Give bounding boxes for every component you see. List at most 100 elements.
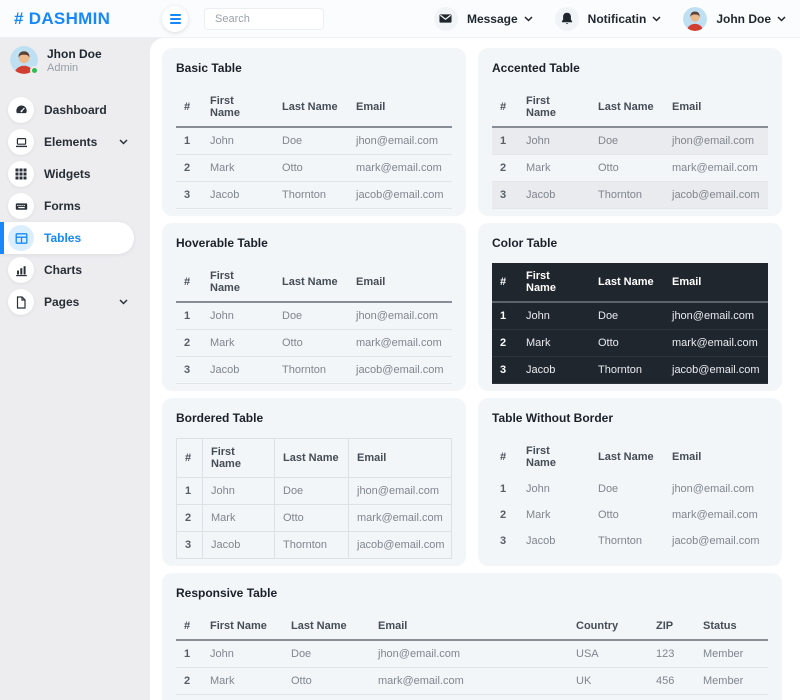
- card-title: Color Table: [492, 236, 768, 250]
- table-row: 1JohnDoejhon@email.com: [177, 478, 452, 505]
- table-cell: jacob@email.com: [348, 182, 452, 209]
- table-cell: jacob@email.com: [664, 528, 768, 554]
- sidebar-item-forms[interactable]: Forms: [0, 190, 150, 222]
- row-number: 3: [176, 695, 202, 700]
- table-row[interactable]: 3JacobThorntonjacob@email.com: [176, 357, 452, 384]
- app-window: # DASHMIN Message Notificatin: [0, 0, 800, 700]
- bordered-table-card: Bordered Table #First NameLast NameEmail…: [162, 398, 466, 566]
- sidebar-profile[interactable]: Jhon Doe Admin: [0, 38, 150, 86]
- row-number: 3: [492, 182, 518, 209]
- table-cell: Member: [695, 640, 768, 668]
- row-number: 2: [492, 502, 518, 528]
- user-dropdown[interactable]: John Doe: [683, 7, 786, 31]
- table-row: 3JacobThorntonjacob@email.com: [492, 182, 768, 209]
- table-cell: Jacob: [202, 357, 274, 384]
- chevron-down-icon: [119, 299, 128, 305]
- table-cell: Member: [695, 668, 768, 695]
- table-row: 2MarkOttomark@email.com: [177, 505, 452, 532]
- card-title: Responsive Table: [176, 586, 768, 600]
- table-cell: Doe: [283, 640, 370, 668]
- row-number: 1: [177, 478, 203, 505]
- table-cell: jacob@email.com: [664, 357, 768, 384]
- table-row: 2MarkOttomark@email.com: [492, 502, 768, 528]
- table-cell: Otto: [283, 668, 370, 695]
- table-cell: jhon@email.com: [664, 302, 768, 330]
- envelope-icon: [434, 7, 458, 31]
- sidebar-item-tables[interactable]: Tables: [0, 222, 134, 254]
- grid-icon: [8, 161, 34, 187]
- sidebar-item-pages[interactable]: Pages: [0, 286, 150, 318]
- top-header: # DASHMIN Message Notificatin: [0, 0, 800, 38]
- card-title: Hoverable Table: [176, 236, 452, 250]
- table-cell: John: [518, 302, 590, 330]
- column-header: Email: [664, 438, 768, 476]
- row-number: 2: [492, 330, 518, 357]
- table-cell: Otto: [590, 330, 664, 357]
- sidebar-toggle-button[interactable]: [162, 6, 188, 32]
- column-header: First Name: [518, 88, 590, 127]
- column-header: Email: [349, 439, 452, 478]
- table-cell: jhon@email.com: [664, 476, 768, 502]
- header-row: #First NameLast NameEmail: [176, 263, 452, 302]
- table-row[interactable]: 2MarkOttomark@email.com: [176, 330, 452, 357]
- column-header: #: [176, 88, 202, 127]
- notification-dropdown[interactable]: Notificatin: [555, 7, 662, 31]
- message-dropdown[interactable]: Message: [434, 7, 533, 31]
- brand-logo[interactable]: # DASHMIN: [14, 9, 110, 28]
- card-title: Accented Table: [492, 61, 768, 75]
- profile-role: Admin: [47, 62, 102, 74]
- table-cell: jacob@email.com: [370, 695, 568, 700]
- table-cell: Thornton: [590, 357, 664, 384]
- notification-label: Notificatin: [588, 12, 647, 26]
- table-cell: Otto: [274, 155, 348, 182]
- laptop-icon: [8, 129, 34, 155]
- table-row[interactable]: 1JohnDoejhon@email.com: [176, 302, 452, 330]
- column-header: Email: [348, 88, 452, 127]
- responsive-table-card: Responsive Table #First NameLast NameEma…: [162, 573, 782, 700]
- profile-name: Jhon Doe: [47, 47, 102, 61]
- table-row: 1JohnDoejhon@email.com: [492, 127, 768, 155]
- table-row: 1JohnDoejhon@email.com: [492, 302, 768, 330]
- sidebar-item-dashboard[interactable]: Dashboard: [0, 94, 150, 126]
- column-header: #: [177, 439, 203, 478]
- basic-table-card: Basic Table #First NameLast NameEmail1Jo…: [162, 48, 466, 216]
- column-header: #: [492, 88, 518, 127]
- sidebar-item-widgets[interactable]: Widgets: [0, 158, 150, 190]
- hoverable-table-card: Hoverable Table #First NameLast NameEmai…: [162, 223, 466, 391]
- table-row: 2MarkOttomark@email.com: [176, 155, 452, 182]
- message-label: Message: [467, 12, 518, 26]
- bell-icon: [555, 7, 579, 31]
- table-cell: Mark: [518, 330, 590, 357]
- table-row: 3JacobThorntonjacob@email.com: [176, 182, 452, 209]
- table-cell: Otto: [275, 505, 349, 532]
- card-title: Basic Table: [176, 61, 452, 75]
- column-header: Country: [568, 613, 648, 640]
- online-status-dot: [30, 66, 39, 75]
- table-cell: mark@email.com: [370, 668, 568, 695]
- content-panel: Basic Table #First NameLast NameEmail1Jo…: [150, 38, 800, 700]
- table-cell: Thornton: [283, 695, 370, 700]
- row-number: 1: [176, 302, 202, 330]
- row-number: 1: [492, 127, 518, 155]
- search-input[interactable]: [204, 8, 324, 30]
- header-row: #First NameLast NameEmail: [176, 88, 452, 127]
- tables-grid: Basic Table #First NameLast NameEmail1Jo…: [162, 48, 782, 700]
- row-number: 3: [176, 182, 202, 209]
- sidebar-item-charts[interactable]: Charts: [0, 254, 150, 286]
- table-cell: Jacob: [203, 532, 275, 559]
- table-cell: Mark: [202, 155, 274, 182]
- table-cell: mark@email.com: [348, 330, 452, 357]
- hoverable-table: #First NameLast NameEmail1JohnDoejhon@em…: [176, 263, 452, 384]
- column-header: First Name: [518, 263, 590, 302]
- table-row: 2MarkOttomark@email.comUK456Member: [176, 668, 768, 695]
- table-cell: Jacob: [518, 357, 590, 384]
- sidebar-item-elements[interactable]: Elements: [0, 126, 150, 158]
- keyboard-icon: [8, 193, 34, 219]
- table-cell: Mark: [202, 668, 283, 695]
- table-cell: Doe: [590, 127, 664, 155]
- table-cell: John: [202, 302, 274, 330]
- table-cell: mark@email.com: [664, 330, 768, 357]
- header-row: #First NameLast NameEmail: [492, 263, 768, 302]
- table-cell: Member: [695, 695, 768, 700]
- table-cell: jhon@email.com: [348, 302, 452, 330]
